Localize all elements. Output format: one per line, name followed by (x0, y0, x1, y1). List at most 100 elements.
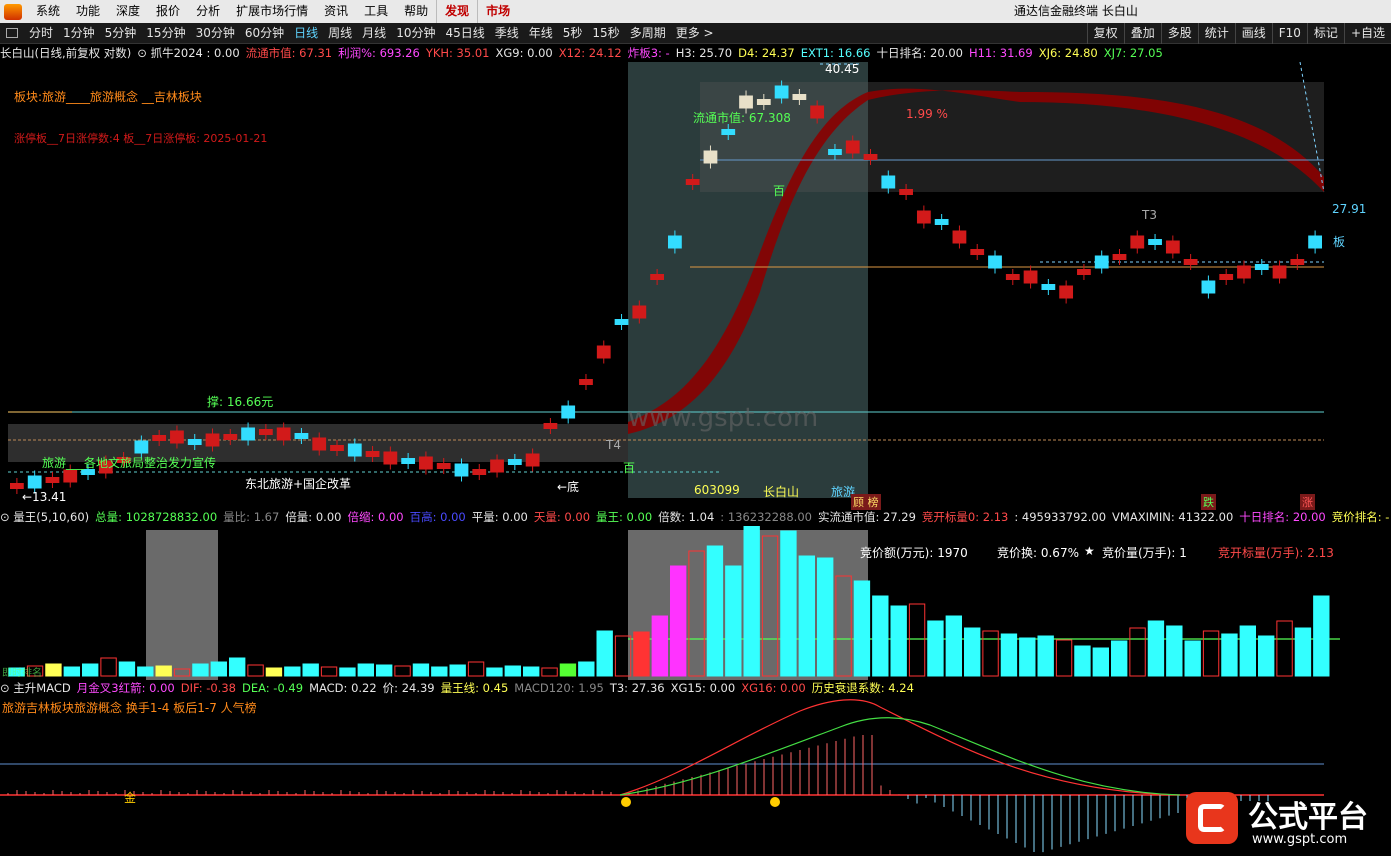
indicator-value: T3: 27.36 (609, 681, 665, 695)
macd-bars (7, 735, 1269, 853)
volume-bar (431, 666, 448, 677)
tool-button[interactable]: 叠加 (1123, 23, 1161, 44)
window-title: 通达信金融终端 长白山 (1014, 4, 1138, 18)
tool-button[interactable]: 多股 (1160, 23, 1198, 44)
auction-amount: 竞价额(万元): 1970 (860, 546, 968, 560)
period-tab[interactable]: 年线 (524, 23, 558, 44)
signal-tag: 跌 (1201, 494, 1216, 510)
theme-label-2: 东北旅游+国企改革 (245, 477, 352, 491)
candle (863, 154, 878, 160)
candle (543, 423, 558, 429)
period-tab[interactable]: 多周期 (625, 23, 671, 44)
menu-item-red[interactable]: 市场 (477, 0, 518, 23)
theme-label-1: 旅游___各地文旅局整治发力宣传 (42, 456, 217, 470)
market-value-label: 流通市值: 67.308 (693, 111, 791, 125)
menu-item[interactable]: 帮助 (396, 0, 436, 23)
volume-bar (1221, 633, 1238, 677)
candle (312, 437, 327, 451)
period-tab[interactable]: 30分钟 (191, 23, 240, 44)
sector-label: 板块:旅游____旅游概念 __吉林板块 (14, 90, 202, 104)
brand-g-icon (1186, 792, 1238, 844)
price-chart[interactable]: www.gspt.com 板块:旅游____旅游概念 __吉林板块 涨停板__7… (0, 61, 1391, 510)
indicator-value: 总量: 1028728832.00 (95, 510, 218, 524)
volume-bar (1294, 627, 1312, 677)
volume-bar (1258, 635, 1275, 677)
candle (187, 439, 202, 445)
candle (330, 445, 344, 451)
menu-item[interactable]: 深度 (108, 0, 148, 23)
menu-item[interactable]: 系统 (28, 0, 68, 23)
period-tab[interactable]: 15秒 (587, 23, 624, 44)
period-tab[interactable]: 5秒 (558, 23, 588, 44)
menu-item[interactable]: 资讯 (316, 0, 356, 23)
candle (1077, 269, 1091, 275)
period-tab[interactable]: 5分钟 (100, 23, 142, 44)
indicator-value: XG15: 0.00 (670, 681, 736, 695)
volume-bar (467, 661, 485, 677)
menu-item[interactable]: 扩展市场行情 (228, 0, 316, 23)
volume-bar (1239, 625, 1256, 677)
volume-bar (743, 525, 760, 677)
indicator-value: MACD120: 1.95 (514, 681, 604, 695)
period-tab[interactable]: 分时 (24, 23, 58, 44)
volume-bar (45, 663, 62, 677)
candle (1308, 235, 1322, 249)
volume-bar (192, 663, 209, 677)
gold-label: 金 (124, 791, 137, 805)
candle (845, 140, 860, 154)
menu-item[interactable]: 功能 (68, 0, 108, 23)
volume-chart[interactable]: 竞价额(万元): 1970 竞价换: 0.67% ★ 竞价量(万手): 1 竞开… (0, 525, 1391, 680)
brand-name: 公式平台 (1248, 800, 1368, 835)
tool-button[interactable]: 统计 (1197, 23, 1235, 44)
layout-toggle-icon[interactable] (6, 28, 18, 38)
tool-button[interactable]: 复权 (1086, 23, 1124, 44)
vol-highlight-1 (146, 530, 218, 680)
volume-bar (541, 667, 558, 677)
period-tab[interactable]: 更多 > (671, 23, 719, 44)
app-logo-icon (4, 3, 22, 20)
high-price-label: 40.45 (825, 62, 860, 76)
indicator-value: 利润%: 693.26 (338, 46, 420, 60)
period-tab[interactable]: 1分钟 (58, 23, 100, 44)
tool-button[interactable]: F10 (1271, 23, 1307, 44)
menu-item[interactable]: 分析 (188, 0, 228, 23)
period-tab[interactable]: 60分钟 (240, 23, 289, 44)
volume-bar (670, 565, 687, 677)
stock-name: 长白山 (763, 485, 800, 499)
stock-code: 603099 (694, 483, 740, 497)
tool-button[interactable]: 标记 (1306, 23, 1344, 44)
low-price-label: ←13.41 (22, 490, 67, 504)
macd-chart[interactable]: 旅游吉林板块旅游概念 换手1-4 板后1-7 人气榜 金 (0, 697, 1391, 856)
hundred-label-2: 百 (623, 461, 636, 475)
tool-button[interactable]: 画线 (1234, 23, 1272, 44)
period-tab[interactable]: 月线 (357, 23, 391, 44)
candle (881, 175, 896, 189)
tool-button[interactable]: +自选 (1343, 23, 1391, 44)
menu-item[interactable]: 工具 (356, 0, 396, 23)
price-right-label: 27.91 (1332, 202, 1367, 216)
period-tab[interactable]: 季线 (490, 23, 524, 44)
volume-indicator-bar: ⊙ 量王(5,10,60) 总量: 1028728832.00 量比: 1.67 倍量… (0, 509, 1391, 526)
volume-bar (1276, 620, 1293, 677)
indicator-value: 炸板3: - (627, 46, 670, 60)
volume-bar (578, 661, 595, 677)
candle (525, 453, 540, 467)
price-chart-canvas: www.gspt.com (8, 61, 1325, 498)
period-tab[interactable]: 周线 (323, 23, 357, 44)
volume-bar (394, 665, 411, 677)
menu-item[interactable]: 报价 (148, 0, 188, 23)
candle (490, 459, 504, 473)
period-tab[interactable]: 日线 (289, 23, 323, 44)
volume-bar (706, 545, 724, 677)
volume-bar (320, 666, 338, 677)
candle (561, 405, 576, 419)
period-tab[interactable]: 15分钟 (141, 23, 190, 44)
percent-label: 1.99 % (906, 107, 948, 121)
volume-bar (449, 664, 466, 677)
indicator-value: 十日排名: 20.00 (876, 46, 963, 60)
period-tab[interactable]: 45日线 (440, 23, 489, 44)
candle (1219, 274, 1234, 280)
volume-bar (725, 565, 742, 677)
period-tab[interactable]: 10分钟 (391, 23, 440, 44)
menu-item-red[interactable]: 发现 (436, 0, 477, 23)
